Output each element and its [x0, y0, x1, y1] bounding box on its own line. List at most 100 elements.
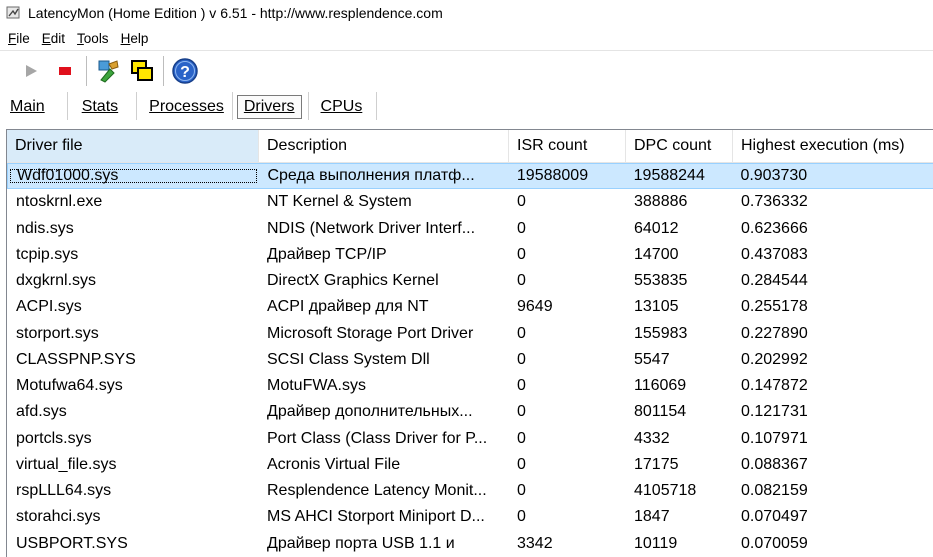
driver-file-cell: Wdf01000.sys	[8, 167, 259, 185]
menu-file[interactable]: File	[3, 31, 34, 46]
table-row[interactable]: ndis.sys NDIS (Network Driver Interf... 0 6…	[7, 216, 933, 242]
isr-count-cell: 0	[517, 482, 526, 500]
table-row[interactable]: dxgkrnl.sys DirectX Graphics Kernel 0 55383…	[7, 268, 933, 294]
dpc-count-cell: 801154	[634, 403, 687, 421]
dpc-count-cell: 64012	[634, 219, 679, 237]
highest-execution-cell: 0.623666	[741, 219, 808, 237]
isr-count-cell: 0	[517, 193, 526, 211]
windows-button[interactable]	[127, 56, 157, 86]
description-cell: DirectX Graphics Kernel	[267, 272, 439, 290]
start-button[interactable]	[16, 56, 46, 86]
title-bar: LatencyMon (Home Edition ) v 6.51 - http…	[0, 0, 933, 26]
tab-separator	[376, 92, 378, 120]
highest-execution-cell: 0.437083	[741, 245, 808, 263]
isr-count-cell: 0	[517, 245, 526, 263]
isr-count-cell: 9649	[517, 298, 553, 316]
menu-tools[interactable]: Tools	[72, 31, 113, 46]
isr-count-cell: 0	[517, 219, 526, 237]
driver-file-cell: USBPORT.SYS	[16, 534, 128, 552]
table-row[interactable]: Wdf01000.sys Среда выполнения платф... 195…	[7, 163, 933, 190]
tab-cpus[interactable]: CPUs	[309, 92, 377, 122]
column-header-description[interactable]: Description	[259, 130, 509, 162]
table-row[interactable]: storahci.sys MS AHCI Storport Miniport D.…	[7, 504, 933, 530]
isr-count-cell: 0	[517, 350, 526, 368]
dpc-count-cell: 19588244	[633, 167, 705, 185]
table-body: Wdf01000.sys Среда выполнения платф... 195…	[7, 163, 933, 557]
stop-icon	[59, 67, 71, 75]
help-button[interactable]: ?	[170, 56, 200, 86]
table-row[interactable]: ACPI.sys ACPI драйвер для NT 9649 13105 0.25…	[7, 294, 933, 320]
description-cell: MotuFWA.sys	[267, 377, 366, 395]
highest-execution-cell: 0.202992	[741, 350, 808, 368]
driver-file-cell: storport.sys	[16, 324, 99, 342]
menu-help[interactable]: Help	[116, 31, 153, 46]
driver-file-cell: CLASSPNP.SYS	[16, 350, 136, 368]
tab-stats[interactable]: Stats	[68, 92, 136, 122]
table-row[interactable]: rspLLL64.sys Resplendence Latency Monit..…	[7, 478, 933, 504]
dpc-count-cell: 5547	[634, 350, 670, 368]
tab-processes[interactable]: Processes	[137, 92, 232, 122]
description-cell: MS AHCI Storport Miniport D...	[267, 508, 485, 526]
driver-file-cell: ntoskrnl.exe	[16, 193, 103, 211]
tab-drivers-box: Drivers	[236, 95, 302, 119]
description-cell: SCSI Class System Dll	[267, 350, 430, 368]
toolbar-separator	[163, 56, 164, 86]
highest-execution-cell: 0.121731	[741, 403, 808, 421]
tools-icon	[98, 60, 119, 83]
dpc-count-cell: 155983	[634, 324, 688, 342]
highest-execution-cell: 0.107971	[741, 429, 808, 447]
tools-button[interactable]	[93, 56, 123, 86]
highest-execution-cell: 0.088367	[741, 455, 808, 473]
isr-count-cell: 0	[517, 508, 526, 526]
table-row[interactable]: tcpip.sys Драйвер TCP/IP 0 14700 0.437083	[7, 242, 933, 268]
driver-file-cell: Motufwa64.sys	[16, 377, 123, 395]
highest-execution-cell: 0.070497	[741, 508, 808, 526]
table-row[interactable]: storport.sys Microsoft Storage Port Drive…	[7, 321, 933, 347]
column-header-highest-execution[interactable]: Highest execution (ms)	[733, 130, 933, 162]
table-row[interactable]: portcls.sys Port Class (Class Driver for …	[7, 426, 933, 452]
highest-execution-cell: 0.284544	[741, 272, 808, 290]
table-row[interactable]: Motufwa64.sys MotuFWA.sys 0 116069 0.147872	[7, 373, 933, 399]
column-header-dpc-count[interactable]: DPC count	[626, 130, 733, 162]
isr-count-cell: 3342	[517, 534, 553, 552]
driver-file-cell: ACPI.sys	[16, 298, 82, 316]
stop-button[interactable]	[50, 56, 80, 86]
description-cell: Port Class (Class Driver for P...	[267, 429, 488, 447]
help-icon: ?	[172, 58, 198, 84]
tab-label: Drivers	[243, 98, 295, 115]
window-title: LatencyMon (Home Edition ) v 6.51 - http…	[28, 5, 443, 21]
windows-icon	[131, 60, 153, 81]
column-header-isr-count[interactable]: ISR count	[509, 130, 626, 162]
dpc-count-cell: 17175	[634, 455, 679, 473]
description-cell: NT Kernel & System	[267, 193, 412, 211]
isr-count-cell: 0	[517, 324, 526, 342]
menu-bar: File Edit Tools Help	[0, 26, 933, 50]
isr-count-cell: 19588009	[516, 167, 589, 185]
dpc-count-cell: 14700	[634, 245, 679, 263]
column-header-driver-file[interactable]: Driver file	[7, 130, 259, 162]
driver-file-cell: tcpip.sys	[16, 245, 79, 263]
highest-execution-cell: 0.082159	[741, 482, 808, 500]
table-row[interactable]: USBPORT.SYS Драйвер порта USB 1.1 и 3342 10…	[7, 531, 933, 557]
dpc-count-cell: 116069	[634, 377, 687, 395]
table-row[interactable]: ntoskrnl.exe NT Kernel & System 0 388886 0.7…	[7, 189, 933, 215]
menu-edit[interactable]: Edit	[37, 31, 69, 46]
description-cell: Resplendence Latency Monit...	[267, 482, 487, 500]
driver-file-cell: ndis.sys	[16, 219, 74, 237]
tab-main[interactable]: Main	[0, 92, 67, 122]
drivers-table[interactable]: Driver file Description ISR count DPC co…	[6, 129, 933, 557]
dpc-count-cell: 10119	[634, 534, 678, 552]
table-row[interactable]: afd.sys Драйвер дополнительных... 0 801154 0…	[7, 399, 933, 425]
tab-strip: Main Stats Processes Drivers CPUs	[0, 90, 933, 122]
highest-execution-cell: 0.070059	[741, 534, 808, 552]
isr-count-cell: 0	[517, 377, 526, 395]
tab-drivers[interactable]: Drivers	[233, 92, 308, 122]
table-row[interactable]: virtual_file.sys Acronis Virtual File 0 171…	[7, 452, 933, 478]
driver-file-cell: storahci.sys	[16, 508, 101, 526]
isr-count-cell: 0	[517, 272, 526, 290]
description-cell: NDIS (Network Driver Interf...	[267, 219, 476, 237]
tab-label: Main	[10, 98, 45, 115]
table-row[interactable]: CLASSPNP.SYS SCSI Class System Dll 0 5547 0.…	[7, 347, 933, 373]
driver-file-cell: afd.sys	[16, 403, 67, 421]
description-cell: Драйвер порта USB 1.1 и	[267, 534, 455, 552]
